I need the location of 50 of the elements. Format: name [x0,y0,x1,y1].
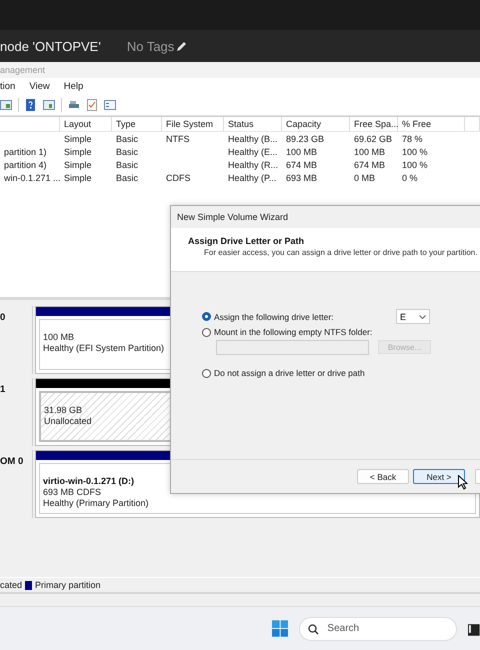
table-cell-text: 674 MB [285,158,318,171]
table-cell-text: partition 1) [3,146,48,158]
disk-label: 0 [0,312,6,323]
table-cell-text: Healthy (B... [227,132,279,145]
partition-info: Healthy (Primary Partition) [43,498,149,508]
table-cell-text: NTFS [165,132,190,145]
window-title: anagement [0,65,46,75]
dialog-subtitle: For easier access, you can assign a drive letter or drive path to your partition. [203,248,478,257]
node-label: node 'ONTOPVE' [0,38,101,54]
partition-name: virtio-win-0.1.271 (D:) [43,476,134,486]
radio-label: Do not assign a drive letter or drive path [214,368,365,378]
table-cell-text: 100 % [401,158,429,171]
table-cell-text: 674 MB [353,158,386,171]
table-cell-text: Simple [63,172,93,184]
radio-label: Mount in the following empty NTFS folder: [214,327,372,337]
table-cell-text: partition 4) [3,158,48,171]
table-cell-text: 100 MB [285,146,318,158]
partition-info: Healthy (EFI System Partition) [43,343,164,353]
partition-info: 100 MB [43,332,74,342]
table-cell-text: Simple [63,132,93,145]
table-cell-text: Healthy (P... [227,172,278,184]
legend-label: cated [0,580,22,590]
partition-info: 693 MB CDFS [43,487,102,497]
table-cell-text: win-0.1.271 ... [3,172,60,184]
tags-label: No Tags [126,38,174,54]
disk-label: 1 [0,384,6,395]
table-cell-text: Simple [63,146,93,158]
table-cell-text: 100 % [401,146,429,158]
partition-info: Unallocated [44,416,92,426]
radio-label: Assign the following drive letter: [214,312,334,322]
table-cell-text: Healthy (R... [227,158,280,171]
table-cell-text: Basic [115,146,140,158]
partition-info: 31.98 GB [44,405,82,415]
table-cell-text: Simple [63,158,93,171]
disk-label: OM 0 [0,456,24,467]
dialog-title: New Simple Volume Wizard [177,212,288,222]
table-cell-text: 0 % [401,172,419,184]
table-cell-text: Healthy (E... [227,146,279,158]
table-cell-text: Basic [115,158,140,171]
legend-label: Primary partition [35,580,101,590]
table-cell-text: 100 MB [353,146,386,158]
table-cell-text: 78 % [401,132,424,145]
table-cell-text: Basic [115,132,140,145]
table-cell-text: 69.62 GB [353,132,394,145]
table-cell-text: 693 MB [285,172,318,184]
table-cell-text: 0 MB [353,172,376,184]
table-cell-text: CDFS [165,172,192,184]
dialog-heading: Assign Drive Letter or Path [188,236,306,246]
table-cell-text: 89.23 GB [285,132,326,145]
table-cell-text: Basic [115,172,140,184]
